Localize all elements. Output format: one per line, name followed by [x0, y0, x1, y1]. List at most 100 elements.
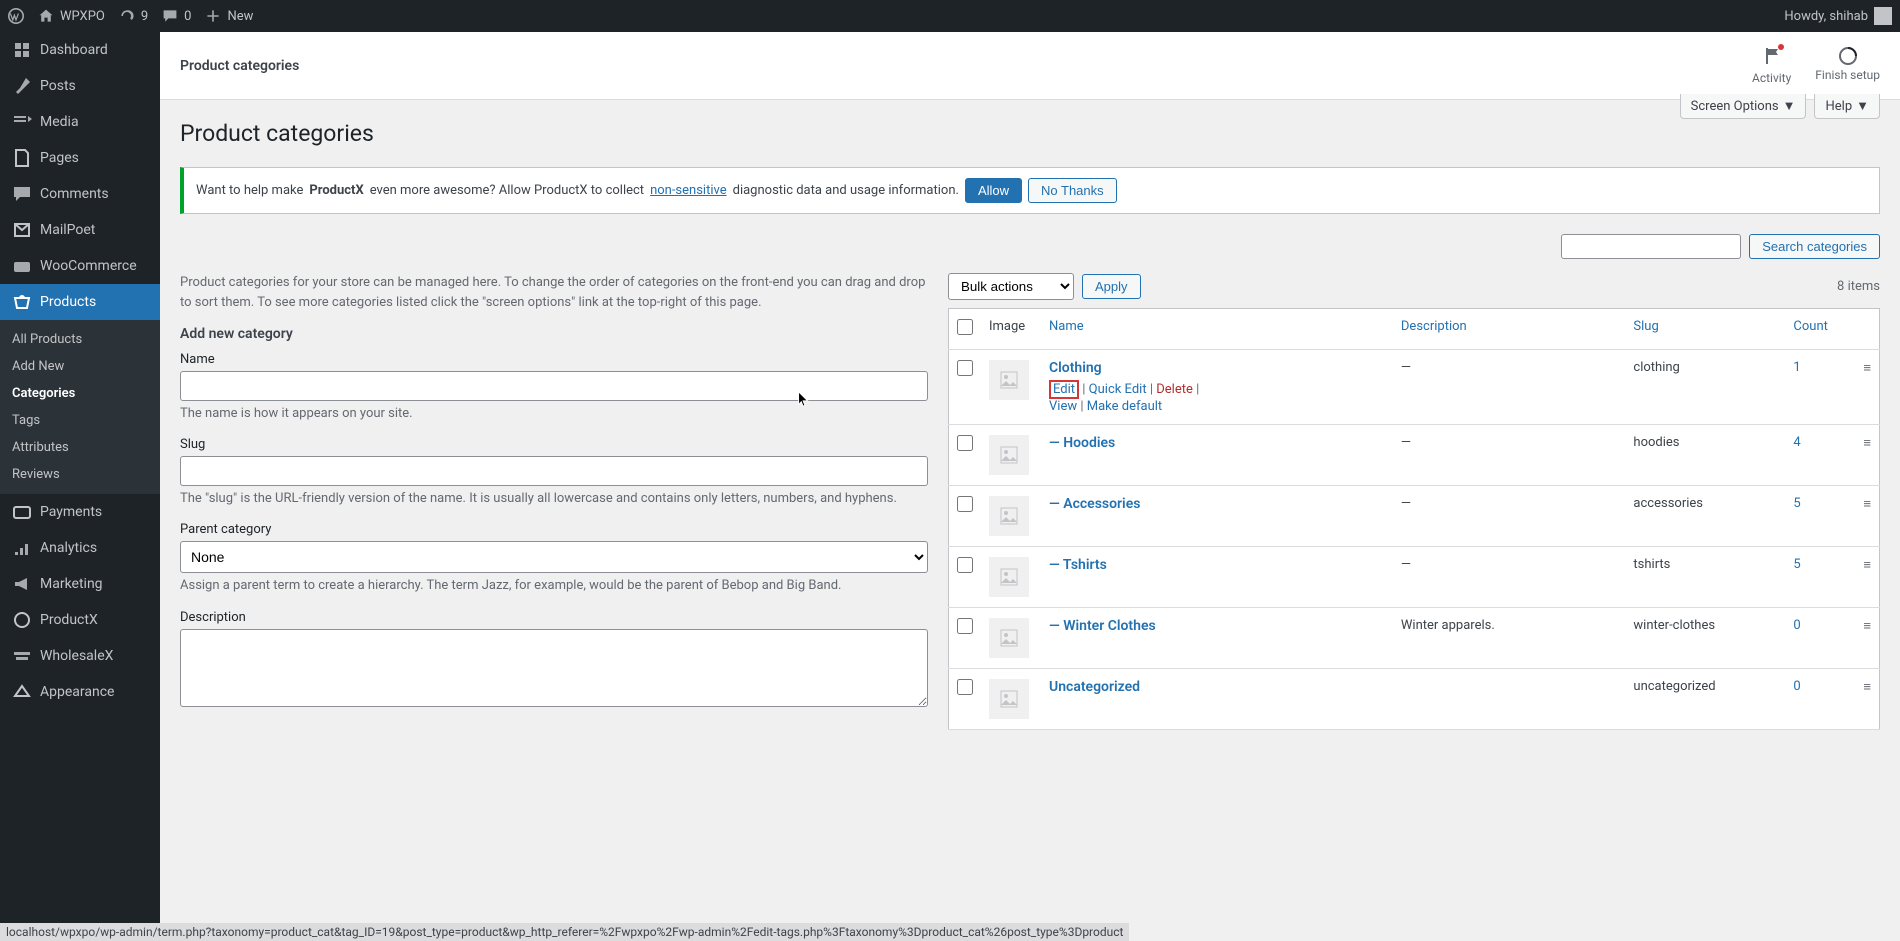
- row-count-link[interactable]: 5: [1793, 557, 1800, 572]
- select-all-checkbox[interactable]: [957, 319, 973, 335]
- col-desc[interactable]: Description: [1401, 319, 1467, 334]
- drag-handle[interactable]: ≡: [1855, 547, 1879, 608]
- row-checkbox[interactable]: [957, 496, 973, 512]
- drag-handle[interactable]: ≡: [1855, 486, 1879, 547]
- non-sensitive-link[interactable]: non-sensitive: [650, 183, 727, 198]
- apply-button[interactable]: Apply: [1082, 274, 1141, 299]
- table-row: — Hoodies—hoodies4≡: [949, 425, 1880, 486]
- row-count-link[interactable]: 0: [1793, 618, 1800, 633]
- productx-notice: Want to help make ProductX even more awe…: [180, 167, 1880, 214]
- menu-marketing[interactable]: Marketing: [0, 566, 160, 602]
- page-title: Product categories: [180, 100, 1880, 157]
- menu-wholesalex[interactable]: WholesaleX: [0, 638, 160, 674]
- activity-button[interactable]: Activity: [1752, 46, 1791, 85]
- row-checkbox[interactable]: [957, 679, 973, 695]
- drag-handle[interactable]: ≡: [1855, 350, 1879, 425]
- row-count-link[interactable]: 0: [1793, 679, 1800, 694]
- col-count[interactable]: Count: [1793, 319, 1827, 334]
- menu-mailpoet[interactable]: MailPoet: [0, 212, 160, 248]
- table-row: — Accessories —accessories 5 ≡: [949, 486, 1880, 547]
- menu-appearance[interactable]: Appearance: [0, 674, 160, 710]
- wp-logo[interactable]: [8, 8, 24, 24]
- row-title-link[interactable]: — Accessories: [1049, 496, 1140, 512]
- menu-pages[interactable]: Pages: [0, 140, 160, 176]
- menu-comments[interactable]: Comments: [0, 176, 160, 212]
- row-count-link[interactable]: 4: [1793, 435, 1800, 450]
- slug-label: Slug: [180, 437, 928, 452]
- admin-bar: WPXPO 9 0 New Howdy, shihab: [0, 0, 1900, 32]
- row-checkbox[interactable]: [957, 435, 973, 451]
- image-placeholder: [989, 679, 1029, 719]
- drag-handle[interactable]: ≡: [1855, 669, 1879, 730]
- submenu-attributes[interactable]: Attributes: [0, 434, 160, 461]
- menu-dashboard[interactable]: Dashboard: [0, 32, 160, 68]
- parent-select[interactable]: None: [180, 541, 928, 573]
- edit-link[interactable]: Edit: [1053, 382, 1075, 397]
- row-checkbox[interactable]: [957, 360, 973, 376]
- help-tab[interactable]: Help ▼: [1814, 94, 1880, 119]
- name-input[interactable]: [180, 371, 928, 401]
- col-name[interactable]: Name: [1049, 319, 1084, 334]
- menu-woocommerce[interactable]: WooCommerce: [0, 248, 160, 284]
- row-desc: —: [1393, 486, 1626, 547]
- top-bar: Product categories Activity Finish setup: [160, 32, 1900, 100]
- row-slug: winter-clothes: [1625, 608, 1785, 669]
- site-name[interactable]: WPXPO: [38, 8, 105, 24]
- row-title-link[interactable]: — Hoodies: [1049, 435, 1115, 451]
- image-placeholder: [989, 557, 1029, 597]
- row-count-link[interactable]: 5: [1793, 496, 1800, 511]
- delete-link[interactable]: Delete: [1156, 382, 1193, 397]
- row-title-link[interactable]: Uncategorized: [1049, 679, 1140, 695]
- row-title-link[interactable]: — Winter Clothes: [1049, 618, 1156, 634]
- allow-button[interactable]: Allow: [965, 178, 1022, 203]
- admin-sidebar: DashboardPostsMediaPagesCommentsMailPoet…: [0, 32, 160, 941]
- drag-handle[interactable]: ≡: [1855, 608, 1879, 669]
- view-link[interactable]: View: [1049, 399, 1077, 414]
- slug-input[interactable]: [180, 456, 928, 486]
- quick-edit-link[interactable]: Quick Edit: [1089, 382, 1147, 397]
- submenu-reviews[interactable]: Reviews: [0, 461, 160, 488]
- submenu-categories[interactable]: Categories: [0, 380, 160, 407]
- menu-payments[interactable]: Payments: [0, 494, 160, 530]
- col-image: Image: [981, 309, 1041, 350]
- table-row: — Winter Clothes Winter apparels.winter-c…: [949, 608, 1880, 669]
- search-categories-button[interactable]: Search categories: [1749, 234, 1880, 259]
- row-checkbox[interactable]: [957, 618, 973, 634]
- screen-options-tab[interactable]: Screen Options ▼: [1680, 94, 1807, 119]
- search-input[interactable]: [1561, 234, 1741, 259]
- help-text: Product categories for your store can be…: [180, 273, 928, 312]
- categories-table: Image Name Description Slug Count Clothi…: [948, 308, 1880, 730]
- bulk-actions-select[interactable]: Bulk actions: [948, 273, 1074, 300]
- row-desc: Winter apparels.: [1393, 608, 1626, 669]
- row-count-link[interactable]: 1: [1793, 360, 1800, 375]
- main-content: Product categories Activity Finish setup…: [160, 32, 1900, 941]
- row-title-link[interactable]: — Tshirts: [1049, 557, 1107, 573]
- image-placeholder: [989, 618, 1029, 658]
- drag-handle[interactable]: ≡: [1855, 425, 1879, 486]
- avatar-icon: [1874, 7, 1892, 25]
- row-title-link[interactable]: Clothing: [1049, 360, 1102, 376]
- no-thanks-button[interactable]: No Thanks: [1028, 178, 1117, 203]
- description-textarea[interactable]: [180, 629, 928, 707]
- row-checkbox[interactable]: [957, 557, 973, 573]
- comments-count[interactable]: 0: [162, 8, 191, 24]
- name-label: Name: [180, 352, 928, 367]
- menu-posts[interactable]: Posts: [0, 68, 160, 104]
- finish-setup-button[interactable]: Finish setup: [1815, 46, 1880, 85]
- row-slug: hoodies: [1625, 425, 1785, 486]
- submenu-tags[interactable]: Tags: [0, 407, 160, 434]
- submenu-all-products[interactable]: All Products: [0, 326, 160, 353]
- submenu-add-new[interactable]: Add New: [0, 353, 160, 380]
- menu-products[interactable]: Products: [0, 284, 160, 320]
- howdy-user[interactable]: Howdy, shihab: [1784, 7, 1892, 25]
- menu-analytics[interactable]: Analytics: [0, 530, 160, 566]
- menu-productx[interactable]: ProductX: [0, 602, 160, 638]
- updates[interactable]: 9: [119, 8, 148, 24]
- new-content[interactable]: New: [205, 8, 253, 24]
- col-slug[interactable]: Slug: [1633, 319, 1658, 334]
- menu-media[interactable]: Media: [0, 104, 160, 140]
- row-slug: accessories: [1625, 486, 1785, 547]
- make-default-link[interactable]: Make default: [1087, 399, 1162, 414]
- image-placeholder: [989, 435, 1029, 475]
- row-slug: uncategorized: [1625, 669, 1785, 730]
